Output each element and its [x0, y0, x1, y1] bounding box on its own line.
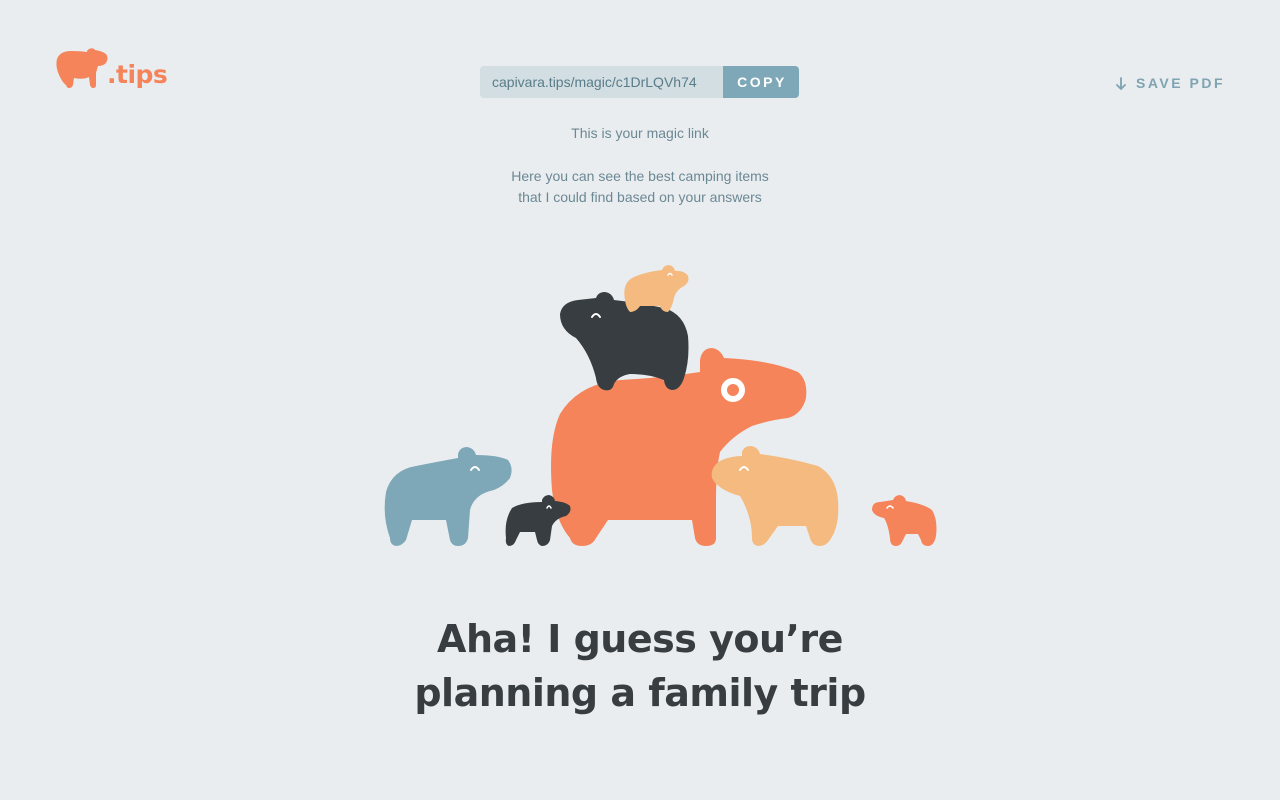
blue-capybara	[384, 447, 512, 546]
capybara-family-illustration	[384, 265, 937, 546]
peach-capybara	[711, 446, 839, 546]
page: .tips capivara.tips/magic/c1DrLQVh74 COP…	[0, 0, 1280, 800]
small-orange-capybara	[872, 495, 937, 546]
headline-line-2: planning a family trip	[414, 671, 866, 715]
headline: Aha! I guess you’re planning a family tr…	[0, 612, 1280, 720]
headline-line-1: Aha! I guess you’re	[437, 617, 843, 661]
small-peach-capybara	[624, 265, 689, 312]
